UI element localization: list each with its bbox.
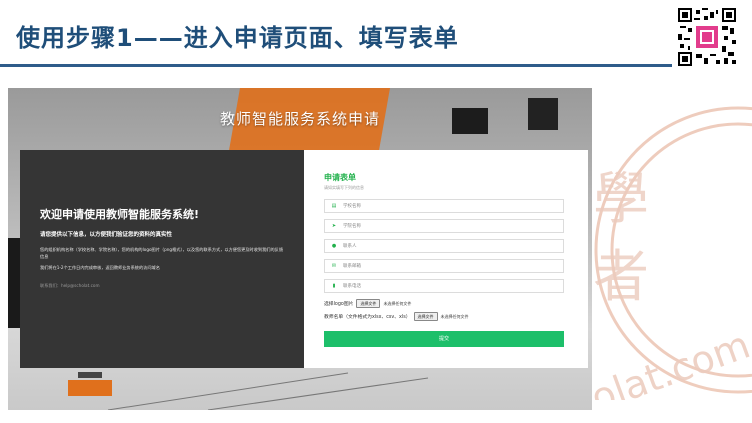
contact-person-field: ● [324, 239, 564, 253]
welcome-review-note: 我们将在1-2个工作日内完成审核，返回教师业务系统的访问域名 [40, 265, 160, 270]
qr-code-icon [678, 8, 736, 66]
application-form: 申请表单 请如实填写下列的信息 ▤ ➤ ● ✉ ▮ 选择logo图片 选择文件 … [304, 150, 588, 368]
college-name-field: ➤ [324, 219, 564, 233]
school-name-field: ▤ [324, 199, 564, 213]
person-icon: ● [331, 243, 337, 249]
svg-text:olat.com: olat.com [588, 322, 752, 400]
contact-phone-input[interactable] [343, 280, 563, 292]
contact-email-input[interactable] [343, 260, 563, 272]
welcome-subtitle: 请您提供以下信息，以方便我们验证您的资料的真实性 [40, 232, 173, 238]
choose-roster-file-button[interactable]: 选择文件 [413, 312, 438, 321]
svg-text:學: 學 [593, 167, 649, 232]
system-screenshot: 教师智能服务系统申请 欢迎申请使用教师智能服务系统! 请您提供以下信息，以方便我… [8, 88, 592, 410]
scholat-watermark-icon: 學 者 olat.com [588, 106, 752, 400]
svg-text:者: 者 [593, 245, 649, 310]
college-name-input[interactable] [343, 220, 563, 232]
welcome-description: 您的组织机构名称（学校名称、学院名称），您的机构的logo图片（png格式），以… [40, 247, 284, 259]
slide-title: 使用步骤1——进入申请页面、填写表单 [16, 24, 459, 52]
roster-file-status: 未选择任何文件 [440, 313, 469, 319]
envelope-icon: ✉ [331, 263, 337, 269]
logo-file-status: 未选择任何文件 [383, 300, 412, 306]
welcome-panel: 欢迎申请使用教师智能服务系统! 请您提供以下信息，以方便我们验证您的资料的真实性… [20, 150, 304, 368]
phone-icon: ▮ [332, 283, 336, 289]
contact-person-input[interactable] [343, 240, 563, 252]
contact-email-field: ✉ [324, 259, 564, 273]
send-icon: ➤ [331, 223, 337, 229]
choose-logo-file-button[interactable]: 选择文件 [356, 299, 381, 308]
contact-email: 联系我们：help@scholat.com [40, 283, 100, 288]
logo-upload-row: 选择logo图片 选择文件 未选择任何文件 [324, 299, 564, 308]
form-title: 申请表单 [324, 173, 356, 182]
title-divider [0, 64, 672, 67]
roster-upload-label: 教师名单（文件格式为xlsx、csv、xls） [324, 315, 411, 320]
welcome-title: 欢迎申请使用教师智能服务系统! [40, 208, 200, 221]
school-name-input[interactable] [343, 200, 563, 212]
roster-upload-row: 教师名单（文件格式为xlsx、csv、xls） 选择文件 未选择任何文件 [324, 312, 564, 321]
logo-upload-label: 选择logo图片 [324, 302, 354, 307]
contact-phone-field: ▮ [324, 279, 564, 293]
system-title: 教师智能服务系统申请 [219, 110, 380, 128]
form-subtitle: 请如实填写下列的信息 [324, 185, 364, 190]
submit-button[interactable]: 提交 [324, 330, 564, 347]
building-icon: ▤ [331, 203, 337, 209]
